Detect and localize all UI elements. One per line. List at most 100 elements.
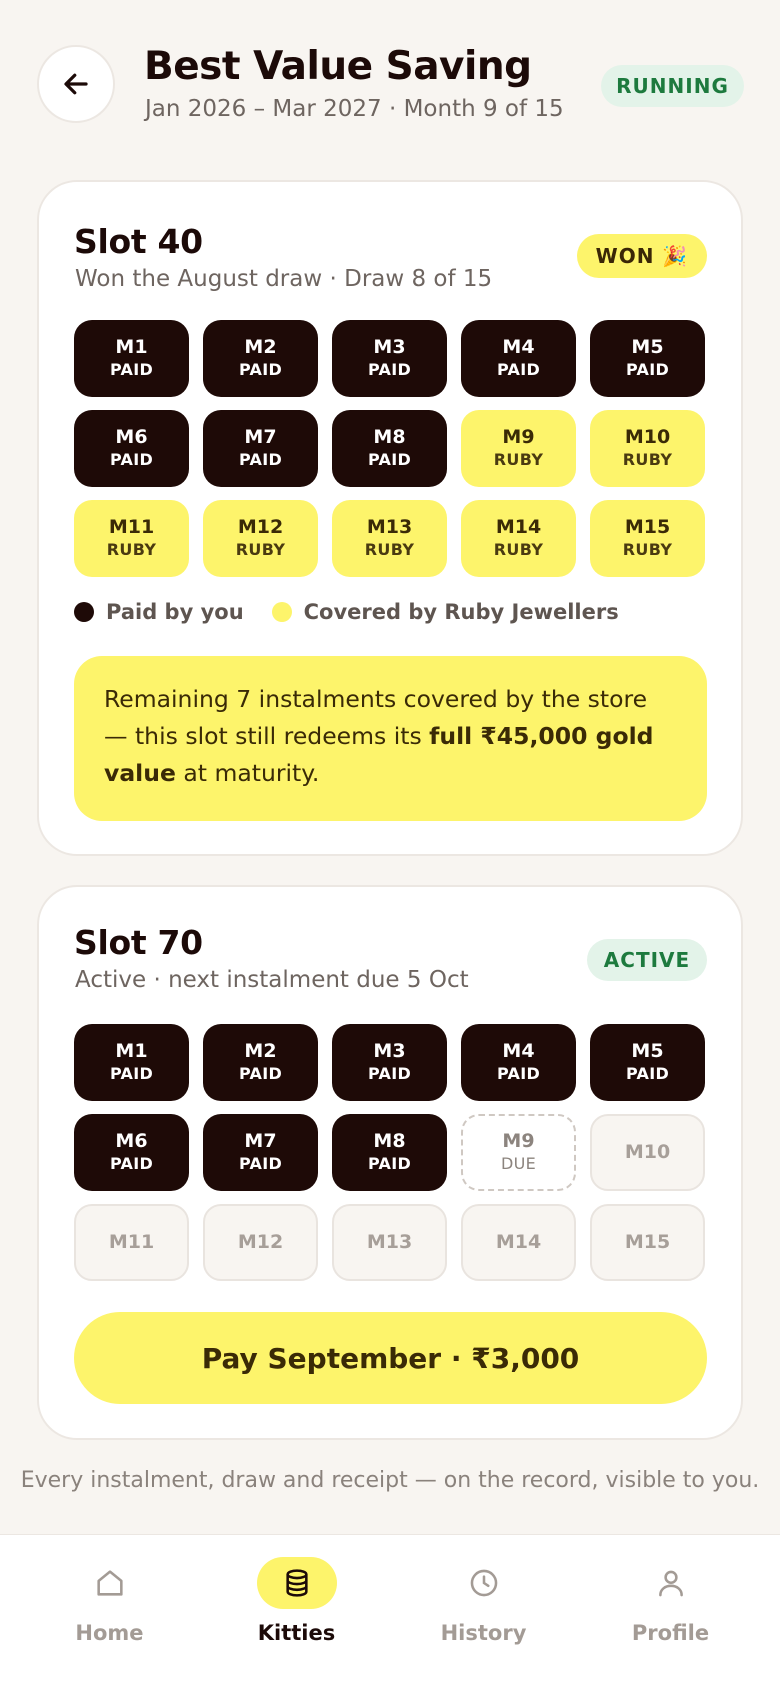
month-label: M2 [244,336,277,358]
legend: Paid by you Covered by Ruby Jewellers [74,600,619,624]
nav-label: History [440,1621,527,1645]
month-cell-m4: M4 PAID [461,1024,576,1101]
month-cell-m8: M8 PAID [332,410,447,487]
active-badge: ACTIVE [587,939,707,981]
footer-note: Every instalment, draw and receipt — on … [20,1468,760,1493]
month-cell-m8: M8 PAID [332,1114,447,1191]
month-status: PAID [238,450,283,469]
nav-history[interactable]: History [386,1535,581,1688]
nav-profile[interactable]: Profile [573,1535,768,1688]
month-label: M14 [495,516,542,538]
month-status: PAID [367,360,412,379]
month-cell-m12: M12 RUBY [203,500,318,577]
month-label: M3 [373,1040,406,1062]
page-title: Best Value Saving [144,44,532,89]
month-status: PAID [238,360,283,379]
slot-title: Slot 40 [74,222,203,261]
slot-70-card: Slot 70 Active · next instalment due 5 O… [37,885,743,1440]
month-cell-m14: M14 RUBY [461,500,576,577]
home-icon [96,1570,123,1596]
month-status: RUBY [493,450,544,469]
month-status: PAID [367,1154,412,1173]
month-status: RUBY [364,540,415,559]
month-status: RUBY [235,540,286,559]
slot-40-card: Slot 40 Won the August draw · Draw 8 of … [37,180,743,856]
month-cell-m10: M10 RUBY [590,410,705,487]
month-cell-m6: M6 PAID [74,410,189,487]
user-icon [658,1570,683,1597]
status-badge: RUNNING [601,65,744,107]
month-cell-m10: M10 [590,1114,705,1191]
month-status: PAID [109,1154,154,1173]
month-label: M14 [495,1231,542,1253]
month-cell-m5: M5 PAID [590,320,705,397]
month-label: M4 [502,1040,535,1062]
month-status: PAID [625,360,670,379]
month-cell-m14: M14 [461,1204,576,1281]
month-cell-m7: M7 PAID [203,1114,318,1191]
month-cell-m7: M7 PAID [203,410,318,487]
month-status: RUBY [622,450,673,469]
nav-icon-wrap [444,1557,524,1609]
instalment-grid: M1 PAID M2 PAID M3 PAID M4 PAID M5 PAID M6 PAID M7 PA… [74,1024,707,1281]
month-label: M11 [108,1231,155,1253]
month-label: M5 [631,336,664,358]
month-label: M3 [373,336,406,358]
month-label: M15 [624,516,671,538]
month-label: M10 [624,1141,671,1163]
nav-label: Kitties [257,1621,336,1645]
month-cell-m9: M9 RUBY [461,410,576,487]
page-subtitle: Jan 2026 – Mar 2027 · Month 9 of 15 [145,96,564,122]
month-status: PAID [238,1154,283,1173]
nav-icon-wrap [631,1557,711,1609]
month-label: M7 [244,426,277,448]
pay-button[interactable]: Pay September · ₹3,000 [74,1312,707,1404]
month-label: M6 [115,1130,148,1152]
month-cell-m9: M9 DUE [461,1114,576,1191]
bottom-nav: Home Kitties History Profile [0,1534,780,1688]
month-cell-m3: M3 PAID [332,1024,447,1101]
month-cell-m12: M12 [203,1204,318,1281]
header: Best Value Saving Jan 2026 – Mar 2027 · … [0,0,780,160]
month-status: PAID [238,1064,283,1083]
back-button[interactable] [37,45,115,123]
month-status: RUBY [622,540,673,559]
month-status: PAID [109,360,154,379]
month-cell-m2: M2 PAID [203,320,318,397]
month-cell-m2: M2 PAID [203,1024,318,1101]
slot-subtitle: Active · next instalment due 5 Oct [75,967,469,993]
month-status: PAID [109,450,154,469]
month-status: PAID [496,1064,541,1083]
month-cell-m1: M1 PAID [74,1024,189,1101]
month-label: M13 [366,516,413,538]
covered-legend-swatch [271,602,292,622]
month-cell-m15: M15 [590,1204,705,1281]
nav-label: Profile [631,1621,710,1645]
month-label: M10 [624,426,671,448]
month-label: M2 [244,1040,277,1062]
coverage-notice: Remaining 7 instalments covered by the s… [74,656,707,821]
legend-covered-label: Covered by Ruby Jewellers [303,600,619,624]
nav-kitties[interactable]: Kitties [199,1535,394,1688]
slot-title: Slot 70 [74,923,203,962]
notice-text-end: at maturity. [175,759,320,787]
month-label: M9 [502,1130,535,1152]
month-label: M7 [244,1130,277,1152]
month-status: PAID [625,1064,670,1083]
legend-paid-label: Paid by you [106,600,244,624]
month-cell-m3: M3 PAID [332,320,447,397]
nav-home[interactable]: Home [12,1535,207,1688]
won-badge: WON 🎉 [577,234,707,278]
clock-icon [470,1569,497,1597]
month-cell-m1: M1 PAID [74,320,189,397]
nav-icon-wrap [256,1557,337,1609]
month-status: PAID [109,1064,154,1083]
month-label: M1 [115,1040,148,1062]
month-cell-m15: M15 RUBY [590,500,705,577]
month-label: M8 [373,426,406,448]
month-status: DUE [500,1154,537,1173]
month-cell-m13: M13 RUBY [332,500,447,577]
month-status: RUBY [493,540,544,559]
month-status: PAID [496,360,541,379]
month-cell-m11: M11 [74,1204,189,1281]
